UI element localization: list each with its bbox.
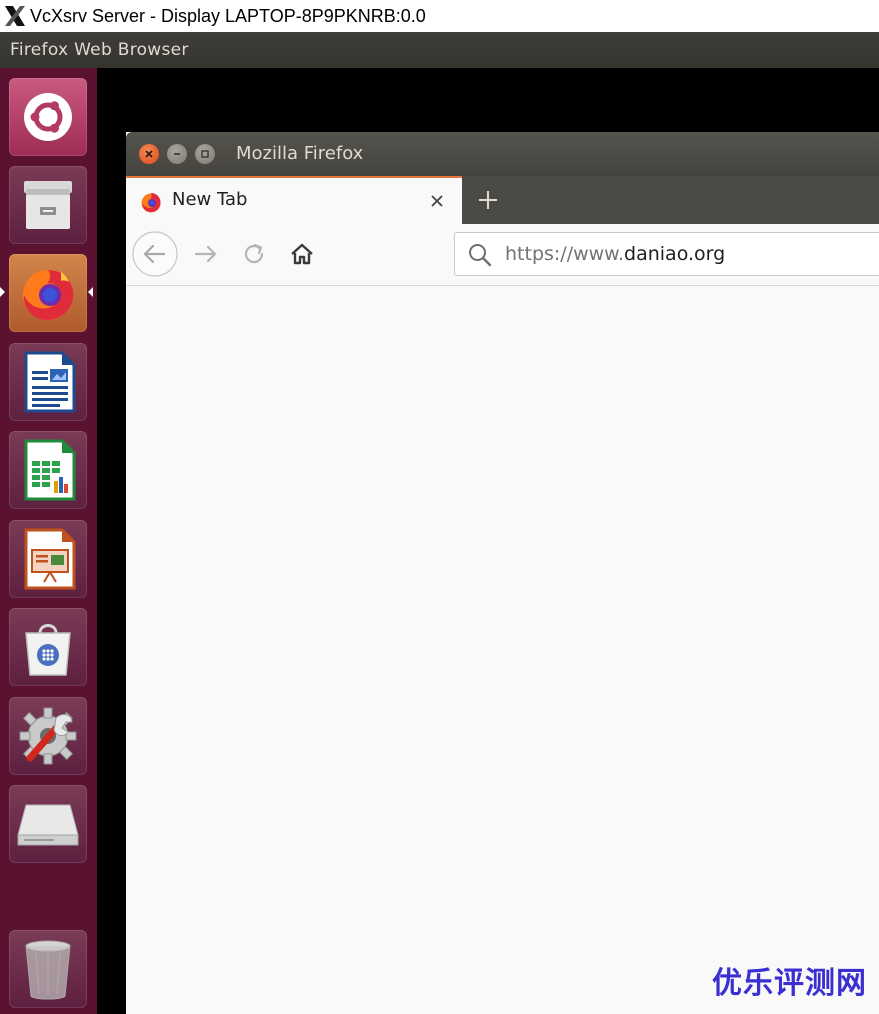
new-tab-button[interactable]	[473, 185, 503, 215]
watermark-text: 优乐评测网	[712, 966, 867, 1001]
maximize-icon	[201, 150, 209, 158]
window-close-button[interactable]	[139, 144, 159, 164]
url-prefix: https://www.	[505, 243, 625, 265]
host-titlebar[interactable]: VcXsrv Server - Display LAPTOP-8P9PKNRB:…	[0, 0, 879, 32]
gear-wrench-icon	[19, 707, 77, 765]
home-button[interactable]	[284, 232, 320, 276]
launcher-trash[interactable]	[9, 930, 87, 1008]
close-icon	[145, 150, 153, 158]
close-icon	[431, 195, 443, 207]
launcher-system-settings[interactable]	[9, 697, 87, 775]
vcxsrv-x-logo-icon	[0, 0, 30, 32]
back-button[interactable]	[130, 231, 180, 277]
home-icon	[291, 243, 313, 265]
navigation-toolbar: https://www.daniao.org	[126, 224, 879, 286]
launcher-libreoffice-writer[interactable]	[9, 343, 87, 421]
tab-bar: New Tab	[126, 176, 879, 224]
url-domain: daniao.org	[624, 243, 726, 265]
search-icon	[469, 244, 492, 267]
active-indicator-right	[88, 287, 93, 297]
launcher-files[interactable]	[9, 166, 87, 244]
url-bar[interactable]: https://www.daniao.org	[454, 232, 879, 276]
firefox-favicon-icon	[141, 193, 161, 213]
ubuntu-logo-icon	[24, 93, 72, 141]
window-minimize-button[interactable]	[167, 144, 187, 164]
impress-presentation-icon	[24, 528, 76, 590]
calc-spreadsheet-icon	[24, 439, 76, 501]
drive-icon	[17, 804, 79, 846]
firefox-window-title: Mozilla Firefox	[236, 143, 364, 164]
trash-icon	[25, 940, 71, 1000]
launcher-drive[interactable]	[9, 785, 87, 863]
page-content[interactable]	[126, 286, 879, 1014]
top-panel: Firefox Web Browser	[0, 32, 879, 68]
launcher-software-center[interactable]	[9, 608, 87, 686]
back-arrow-icon	[132, 231, 178, 277]
writer-document-icon	[24, 351, 76, 413]
minimize-icon	[174, 153, 180, 155]
tab-label: New Tab	[172, 189, 248, 210]
forward-button[interactable]	[188, 232, 224, 276]
launcher-dash-home[interactable]	[9, 78, 87, 156]
unity-launcher	[0, 68, 97, 1014]
shopping-bag-icon	[25, 624, 71, 676]
firefox-window: Mozilla Firefox New Tab https://www.dani…	[126, 132, 879, 1014]
launcher-firefox[interactable]	[9, 254, 87, 332]
forward-arrow-icon	[194, 245, 217, 263]
window-maximize-button[interactable]	[195, 144, 215, 164]
file-cabinet-icon	[24, 181, 72, 229]
tab-new-tab[interactable]: New Tab	[126, 176, 462, 224]
tab-close-button[interactable]	[426, 190, 448, 212]
top-panel-app-title: Firefox Web Browser	[10, 40, 189, 60]
url-text: https://www.daniao.org	[505, 243, 725, 265]
launcher-libreoffice-impress[interactable]	[9, 520, 87, 598]
reload-icon	[244, 243, 264, 264]
reload-button[interactable]	[236, 232, 272, 276]
launcher-libreoffice-calc[interactable]	[9, 431, 87, 509]
firefox-titlebar[interactable]: Mozilla Firefox	[126, 132, 879, 176]
active-indicator-left	[0, 287, 5, 297]
firefox-icon	[23, 270, 74, 320]
host-window-title: VcXsrv Server - Display LAPTOP-8P9PKNRB:…	[30, 5, 426, 26]
plus-icon	[479, 191, 497, 209]
